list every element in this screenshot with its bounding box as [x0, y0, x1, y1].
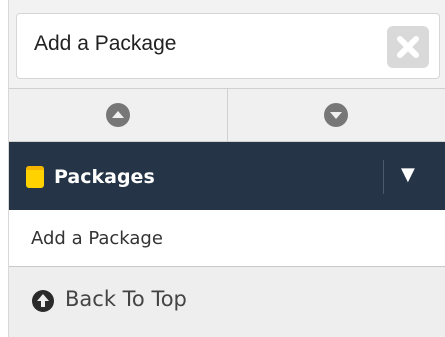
section-title: Packages [54, 166, 155, 188]
scroll-arrows [9, 88, 445, 142]
panel-header: Add a Package [9, 0, 445, 88]
arrow-up-circle-icon [32, 290, 54, 312]
title-box: Add a Package [16, 13, 440, 79]
package-icon [26, 166, 44, 188]
side-panel: Add a Package Packages ▼ Add a Package B… [8, 0, 445, 337]
menu-item-label: Add a Package [31, 228, 163, 249]
dropdown-caret-icon[interactable]: ▼ [401, 164, 415, 185]
close-icon [397, 36, 419, 58]
menu-item-add-package[interactable]: Add a Package [9, 210, 445, 267]
chevron-down-circle-icon [324, 103, 349, 127]
close-button[interactable] [387, 26, 429, 68]
back-to-top-button[interactable]: Back To Top [9, 267, 445, 337]
chevron-up-circle-icon [105, 103, 130, 127]
scroll-up-button[interactable] [9, 89, 227, 141]
packages-section-header[interactable]: Packages ▼ [9, 142, 445, 210]
section-divider [383, 160, 384, 194]
back-to-top-label: Back To Top [65, 287, 187, 311]
panel-title: Add a Package [34, 32, 177, 55]
scroll-down-button[interactable] [226, 89, 445, 141]
